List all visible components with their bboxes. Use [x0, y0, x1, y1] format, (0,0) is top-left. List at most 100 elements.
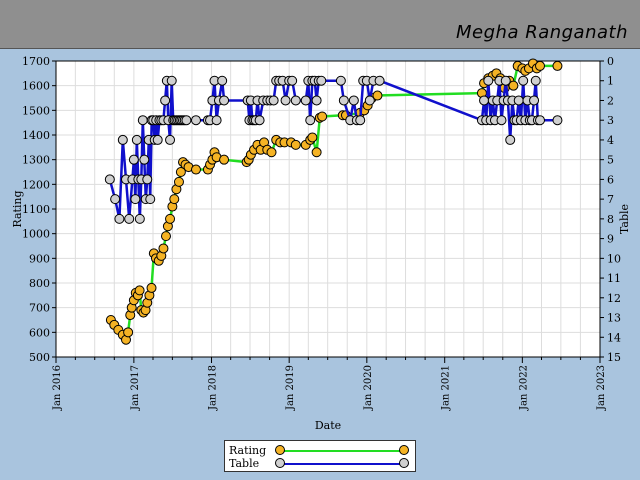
table-point	[530, 75, 541, 86]
rating-point	[158, 243, 169, 254]
table-point	[287, 75, 298, 86]
y2-tick-label: 0	[607, 55, 614, 68]
table-point	[124, 213, 135, 224]
legend-marker-table	[275, 458, 285, 468]
x-tick-label: Jan 2018	[208, 365, 219, 411]
y2-tick-label: 11	[607, 272, 621, 285]
y-tick-label: 1200	[22, 178, 50, 191]
x-tick-label: Jan 2023	[596, 365, 607, 411]
legend-marker-table-end	[399, 458, 409, 468]
table-point	[254, 115, 265, 126]
table-point	[529, 95, 540, 106]
y2-tick-label: 9	[607, 233, 614, 246]
rating-point	[190, 164, 201, 175]
table-point	[104, 174, 115, 185]
y-tick-label: 1500	[22, 104, 50, 117]
table-point	[483, 75, 494, 86]
x-tick-label: Jan 2022	[518, 365, 529, 411]
rating-point	[266, 147, 277, 158]
y-tick-label: 1700	[22, 55, 50, 68]
table-point	[479, 95, 490, 106]
y-tick-label: 1300	[22, 154, 50, 167]
y2-tick-label: 3	[607, 114, 614, 127]
table-point	[181, 115, 192, 126]
table-point	[165, 134, 176, 145]
rating-point	[290, 139, 301, 150]
table-point	[305, 115, 316, 126]
table-point	[513, 95, 524, 106]
table-point	[290, 95, 301, 106]
y2-tick-label: 5	[607, 154, 614, 167]
rating-point	[134, 285, 145, 296]
rating-point	[173, 176, 184, 187]
legend-label-rating: Rating	[229, 444, 267, 457]
y-tick-label: 1600	[22, 80, 50, 93]
table-point	[211, 115, 222, 126]
rating-point	[146, 282, 157, 293]
table-point	[114, 213, 125, 224]
table-point	[496, 115, 507, 126]
legend: Rating Table	[224, 440, 416, 472]
y2-tick-label: 10	[607, 252, 621, 265]
y-tick-label: 1100	[22, 203, 50, 216]
x-tick-label: Jan 2016	[52, 365, 63, 411]
y2-tick-label: 2	[607, 94, 614, 107]
y-axis-label: Rating	[11, 190, 24, 227]
table-point	[505, 134, 516, 145]
table-point	[139, 154, 150, 165]
y2-tick-label: 8	[607, 213, 614, 226]
table-point	[145, 194, 156, 205]
x-axis-label: Date	[315, 419, 341, 432]
x-tick-label: Jan 2020	[363, 365, 374, 411]
rating-point	[311, 147, 322, 158]
table-point	[335, 75, 346, 86]
table-point	[152, 134, 163, 145]
table-point	[219, 95, 230, 106]
y2-tick-label: 13	[607, 312, 621, 325]
table-point	[131, 134, 142, 145]
table-point	[160, 95, 171, 106]
table-point	[500, 75, 511, 86]
rating-point	[160, 231, 171, 242]
table-point	[518, 75, 529, 86]
legend-marker-rating-end	[399, 445, 409, 455]
table-point	[364, 95, 375, 106]
rating-point	[219, 154, 230, 165]
rating-point	[169, 194, 180, 205]
table-point	[137, 115, 148, 126]
y-tick-label: 1000	[22, 228, 50, 241]
y-tick-label: 800	[29, 277, 50, 290]
table-point	[552, 115, 563, 126]
y2-tick-label: 15	[607, 351, 621, 364]
table-point	[348, 95, 359, 106]
table-point	[338, 95, 349, 106]
y-tick-label: 600	[29, 326, 50, 339]
y2-tick-label: 6	[607, 173, 614, 186]
rating-point	[535, 60, 546, 71]
rating-table-chart: 5006007008009001000110012001300140015001…	[11, 55, 631, 432]
table-point	[311, 95, 322, 106]
y2-axis-label: Table	[618, 204, 631, 234]
x-tick-label: Jan 2019	[285, 365, 296, 411]
y2-tick-label: 7	[607, 193, 614, 206]
y2-tick-label: 12	[607, 292, 621, 305]
table-point	[130, 194, 141, 205]
table-point	[535, 115, 546, 126]
table-point	[268, 95, 279, 106]
table-point	[166, 75, 177, 86]
rating-point	[165, 213, 176, 224]
y-tick-label: 500	[29, 351, 50, 364]
rating-point	[317, 111, 328, 122]
y2-tick-label: 14	[607, 331, 621, 344]
rating-point	[307, 132, 318, 143]
table-point	[316, 75, 327, 86]
y-tick-label: 900	[29, 252, 50, 265]
rating-point	[552, 60, 563, 71]
rating-point	[123, 327, 134, 338]
y2-tick-label: 1	[607, 75, 614, 88]
table-point	[300, 95, 311, 106]
table-point	[374, 75, 385, 86]
table-point	[128, 154, 139, 165]
y2-tick-label: 4	[607, 134, 614, 147]
legend-line-rating	[281, 450, 405, 452]
